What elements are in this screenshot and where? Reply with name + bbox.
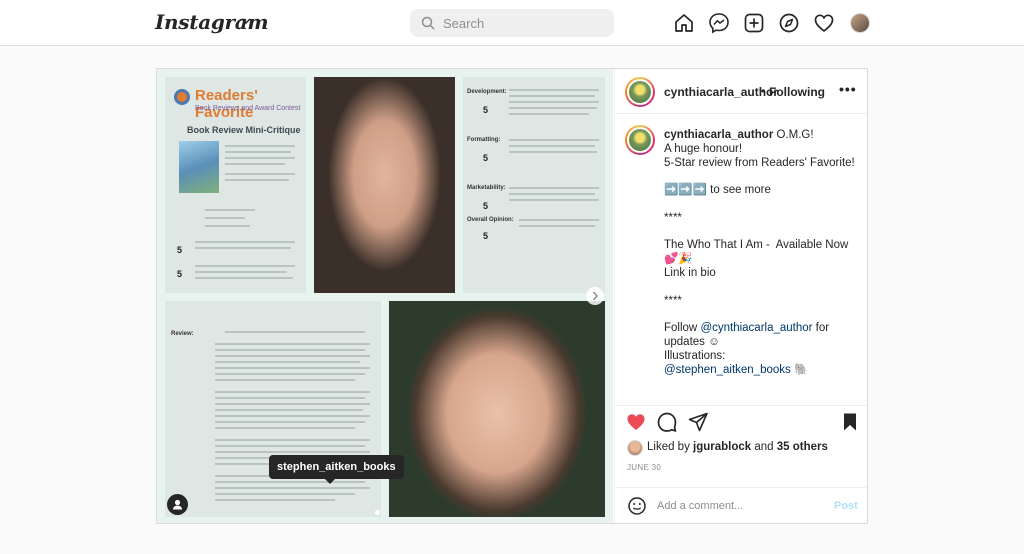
post-actions-bar [615,405,869,441]
carousel-indicator-dot [375,510,380,515]
score-value: 5 [177,269,183,279]
author-avatar[interactable] [625,77,655,107]
score-value: 5 [483,105,489,115]
score-value: 5 [177,245,183,255]
like-heart-icon[interactable] [625,411,647,433]
doc-title: Readers' Favorite [195,87,258,121]
profile-avatar[interactable] [850,13,870,33]
comment-bar: Add a comment... Post [615,487,869,523]
home-icon[interactable] [673,12,695,34]
author-photo-smiling [389,301,605,517]
post-card: Readers' Favorite Book Reviews and Award… [156,68,869,524]
author-photo-laughing [314,77,455,293]
liker-username[interactable]: jgurablock [693,441,751,453]
user-icon [173,499,182,510]
user-tag-tooltip[interactable]: stephen_aitken_books [269,455,404,484]
carousel-next-button[interactable] [586,287,604,305]
liker-avatar[interactable] [627,440,643,456]
more-options-icon[interactable]: ••• [839,81,857,97]
mention-link[interactable]: @stephen_aitken_books [664,364,791,376]
score-value: 5 [483,201,489,211]
tagged-users-button[interactable] [167,494,188,515]
following-button[interactable]: Following [769,85,825,99]
caption-author[interactable]: cynthiacarla_author [664,129,773,141]
score-value: 5 [483,231,489,241]
doc-label: Development: [467,89,507,95]
activity-heart-icon[interactable] [813,12,835,34]
doc-label: Formatting: [467,137,501,143]
review-document-page-1: Readers' Favorite Book Reviews and Award… [165,77,306,293]
caption-author-avatar[interactable] [625,125,655,155]
post-caption: cynthiacarla_author O.M.G! A huge honour… [664,129,855,376]
see-more-text: to see more [706,184,771,197]
chevron-down-icon[interactable] [240,15,252,27]
explore-icon[interactable] [778,12,800,34]
post-header: cynthiacarla_author • Following ••• [615,69,869,114]
search-placeholder: Search [443,16,485,31]
readers-favorite-logo-icon [174,89,190,105]
doc-label: Overall Opinion: [467,217,514,223]
review-document-page-2: Development: 5 Formatting: 5 Marketabili… [463,77,605,293]
post-date[interactable]: JUNE 30 [627,463,661,472]
doc-heading: Book Review Mini-Critique [187,125,301,135]
post-comment-button[interactable]: Post [834,500,858,512]
book-cover-image [179,141,219,193]
search-icon [421,16,435,30]
doc-subtitle: Book Reviews and Award Contest [195,105,301,112]
likes-summary: Liked by jgurablock and 35 others [647,441,828,453]
doc-label: Marketability: [467,185,506,191]
comment-icon[interactable] [656,411,678,433]
score-value: 5 [483,153,489,163]
others-likes-link[interactable]: 35 others [777,441,828,453]
post-image-collage[interactable]: Readers' Favorite Book Reviews and Award… [157,69,613,523]
search-input[interactable]: Search [410,9,614,37]
top-nav-bar: Instagram Search [0,0,1024,46]
review-document-page-3: Review: [165,301,381,517]
doc-label: Review: [171,331,194,337]
mention-link[interactable]: @cynthiacarla_author [700,322,812,334]
share-icon[interactable] [687,411,709,433]
separator-dot: • [761,84,766,98]
comment-input[interactable]: Add a comment... [657,500,743,512]
messenger-icon[interactable] [708,12,730,34]
post-details-panel: cynthiacarla_author • Following ••• cynt… [614,69,869,523]
save-bookmark-icon[interactable] [839,411,861,433]
new-post-icon[interactable] [743,12,765,34]
emoji-icon[interactable] [627,496,647,516]
chevron-right-icon [592,291,598,301]
